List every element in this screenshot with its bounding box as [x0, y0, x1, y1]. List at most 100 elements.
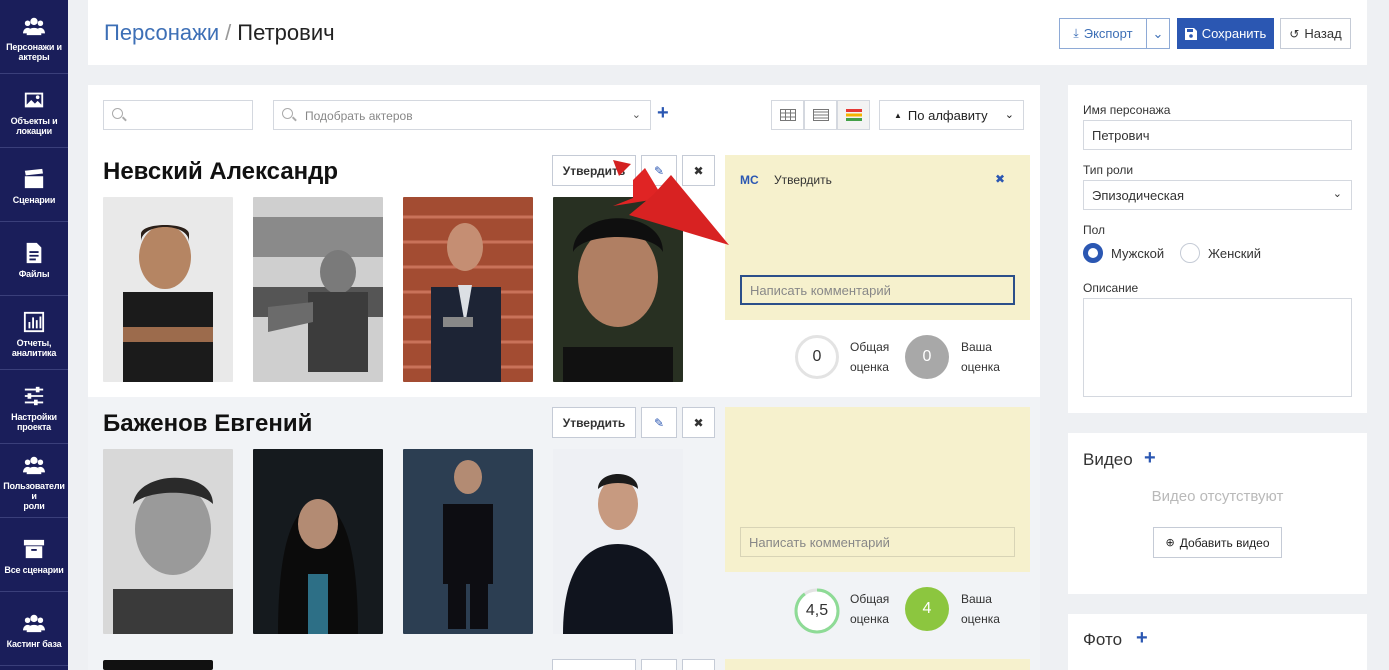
actors-panel: Подобрать актеров ⌄ + ▲ По алфавиту ⌄ Не… — [88, 85, 1040, 670]
users-icon — [23, 17, 45, 36]
chevron-down-icon: ⌄ — [1004, 109, 1014, 121]
comment-input[interactable]: Написать комментарий — [740, 275, 1015, 305]
approve-button-partial[interactable] — [552, 659, 636, 670]
comment-box: MC Утвердить ✖ Написать комментарий — [725, 155, 1030, 320]
users-icon — [23, 614, 45, 633]
export-dropdown-button[interactable]: ⌄ — [1146, 18, 1170, 49]
sidebar-item-label: Персонажи и актеры — [6, 42, 62, 62]
sort-label: По алфавиту — [907, 107, 988, 123]
name-label: Имя персонажа — [1083, 103, 1171, 117]
your-score[interactable]: 4 — [905, 587, 949, 631]
gender-female-radio[interactable] — [1180, 243, 1200, 263]
actor-photo[interactable] — [253, 197, 383, 382]
actor-photo[interactable] — [103, 197, 233, 382]
comment-input[interactable]: Написать комментарий — [740, 527, 1015, 557]
character-form-panel: Имя персонажа Петрович Тип роли Эпизодич… — [1068, 85, 1367, 413]
overall-score-label: Общая оценка — [850, 592, 890, 626]
photo-title: Фото — [1083, 630, 1123, 649]
sidebar-item-reports[interactable]: Отчеты, аналитика — [0, 296, 68, 370]
gender-male-radio[interactable] — [1083, 243, 1103, 263]
search-icon — [112, 108, 123, 119]
sort-up-icon: ▲ — [894, 110, 902, 120]
back-label: Назад — [1304, 26, 1342, 41]
breadcrumb-link[interactable]: Персонажи — [104, 20, 219, 45]
sidebar-item-label: Настройки проекта — [11, 412, 57, 432]
breadcrumb-separator: / — [225, 20, 232, 45]
add-photo-plus-icon[interactable]: + — [1136, 627, 1148, 650]
sidebar-item-settings[interactable]: Настройки проекта — [0, 370, 68, 444]
export-button[interactable]: ⤓ Экспорт — [1059, 18, 1147, 49]
image-icon — [24, 92, 44, 108]
edit-icon: ✎ — [653, 415, 665, 430]
chevron-down-icon: ⌄ — [1332, 188, 1342, 200]
actor-name-partial — [103, 660, 213, 670]
search-input[interactable] — [130, 107, 245, 123]
close-icon: ✖ — [693, 415, 704, 430]
floppy-icon — [1184, 27, 1197, 40]
actor-photo[interactable] — [403, 449, 533, 634]
role-select[interactable]: Эпизодическая ⌄ — [1083, 180, 1352, 210]
download-icon: ⤓ — [1073, 26, 1079, 40]
chart-icon — [23, 311, 45, 333]
sidebar-item-label: Кастинг база — [6, 639, 62, 649]
add-video-label: Добавить видео — [1179, 535, 1270, 550]
gender-male-label[interactable]: Мужской — [1111, 246, 1164, 261]
video-panel: Видео + Видео отсутствуют ⊕ Добавить вид… — [1068, 433, 1367, 594]
approve-button[interactable]: Утвердить — [552, 407, 636, 438]
export-label: Экспорт — [1083, 26, 1133, 41]
actor-photo[interactable] — [103, 449, 233, 634]
actor-photo[interactable] — [553, 449, 683, 634]
comment-text: Утвердить — [774, 173, 832, 187]
sidebar-item-files[interactable]: Файлы — [0, 222, 68, 296]
sidebar-item-scripts[interactable]: Сценарии — [0, 148, 68, 222]
chevron-down-icon: ⌄ — [1152, 25, 1164, 41]
sidebar-item-label: Объекты и локации — [10, 116, 58, 136]
actor-photo[interactable] — [253, 449, 383, 634]
sidebar: Персонажи и актеры Объекты и локации Сце… — [0, 0, 68, 670]
list-icon — [812, 109, 829, 121]
chevron-down-icon: ⌄ — [631, 109, 641, 121]
sidebar-item-users[interactable]: Пользователи и роли — [0, 444, 68, 518]
sidebar-item-characters[interactable]: Персонажи и актеры — [0, 0, 68, 74]
search-field[interactable] — [103, 100, 253, 130]
breadcrumb: Персонажи / Петрович — [104, 20, 335, 46]
save-button[interactable]: Сохранить — [1177, 18, 1274, 49]
search-icon — [282, 108, 293, 119]
edit-button[interactable]: ✎ — [641, 407, 677, 438]
sliders-icon — [24, 386, 44, 406]
back-button[interactable]: ↺ Назад — [1280, 18, 1351, 49]
sidebar-item-casting[interactable]: Кастинг база — [0, 592, 68, 666]
pick-actors-placeholder: Подобрать актеров — [305, 109, 413, 123]
gender-female-label[interactable]: Женский — [1208, 246, 1261, 261]
sidebar-item-all-scripts[interactable]: Все сценарии — [0, 518, 68, 592]
overall-score: 0 — [795, 335, 839, 379]
view-list-button[interactable] — [804, 100, 837, 130]
gender-label: Пол — [1083, 223, 1106, 237]
actor-name[interactable]: Невский Александр — [103, 158, 338, 186]
add-video-button[interactable]: ⊕ Добавить видео — [1153, 527, 1282, 558]
edit-button-partial[interactable] — [641, 659, 677, 670]
sort-select[interactable]: ▲ По алфавиту ⌄ — [879, 100, 1024, 130]
your-score[interactable]: 0 — [905, 335, 949, 379]
actor-photo[interactable] — [403, 197, 533, 382]
users-icon — [23, 456, 45, 475]
pick-actors-select[interactable]: Подобрать актеров ⌄ — [273, 100, 651, 130]
photo-panel: Фото + — [1068, 614, 1367, 670]
sidebar-item-label: Все сценарии — [4, 565, 64, 575]
view-colors-button[interactable] — [837, 100, 870, 130]
sidebar-item-objects[interactable]: Объекты и локации — [0, 74, 68, 148]
add-video-plus-icon[interactable]: + — [1144, 447, 1156, 470]
description-textarea[interactable] — [1083, 298, 1352, 397]
remove-button[interactable]: ✖ — [682, 407, 715, 438]
name-field[interactable]: Петрович — [1083, 120, 1352, 150]
remove-button-partial[interactable] — [682, 659, 715, 670]
plus-circle-icon: ⊕ — [1165, 537, 1175, 549]
role-value: Эпизодическая — [1092, 187, 1184, 203]
delete-comment-icon[interactable]: ✖ — [995, 172, 1005, 186]
page-title: Петрович — [237, 20, 335, 45]
add-actor-plus-icon[interactable]: + — [657, 102, 669, 125]
actor-name[interactable]: Баженов Евгений — [103, 410, 312, 438]
color-rows-icon — [845, 109, 862, 121]
your-score-label: Ваша оценка — [961, 340, 1000, 374]
view-grid-button[interactable] — [771, 100, 804, 130]
